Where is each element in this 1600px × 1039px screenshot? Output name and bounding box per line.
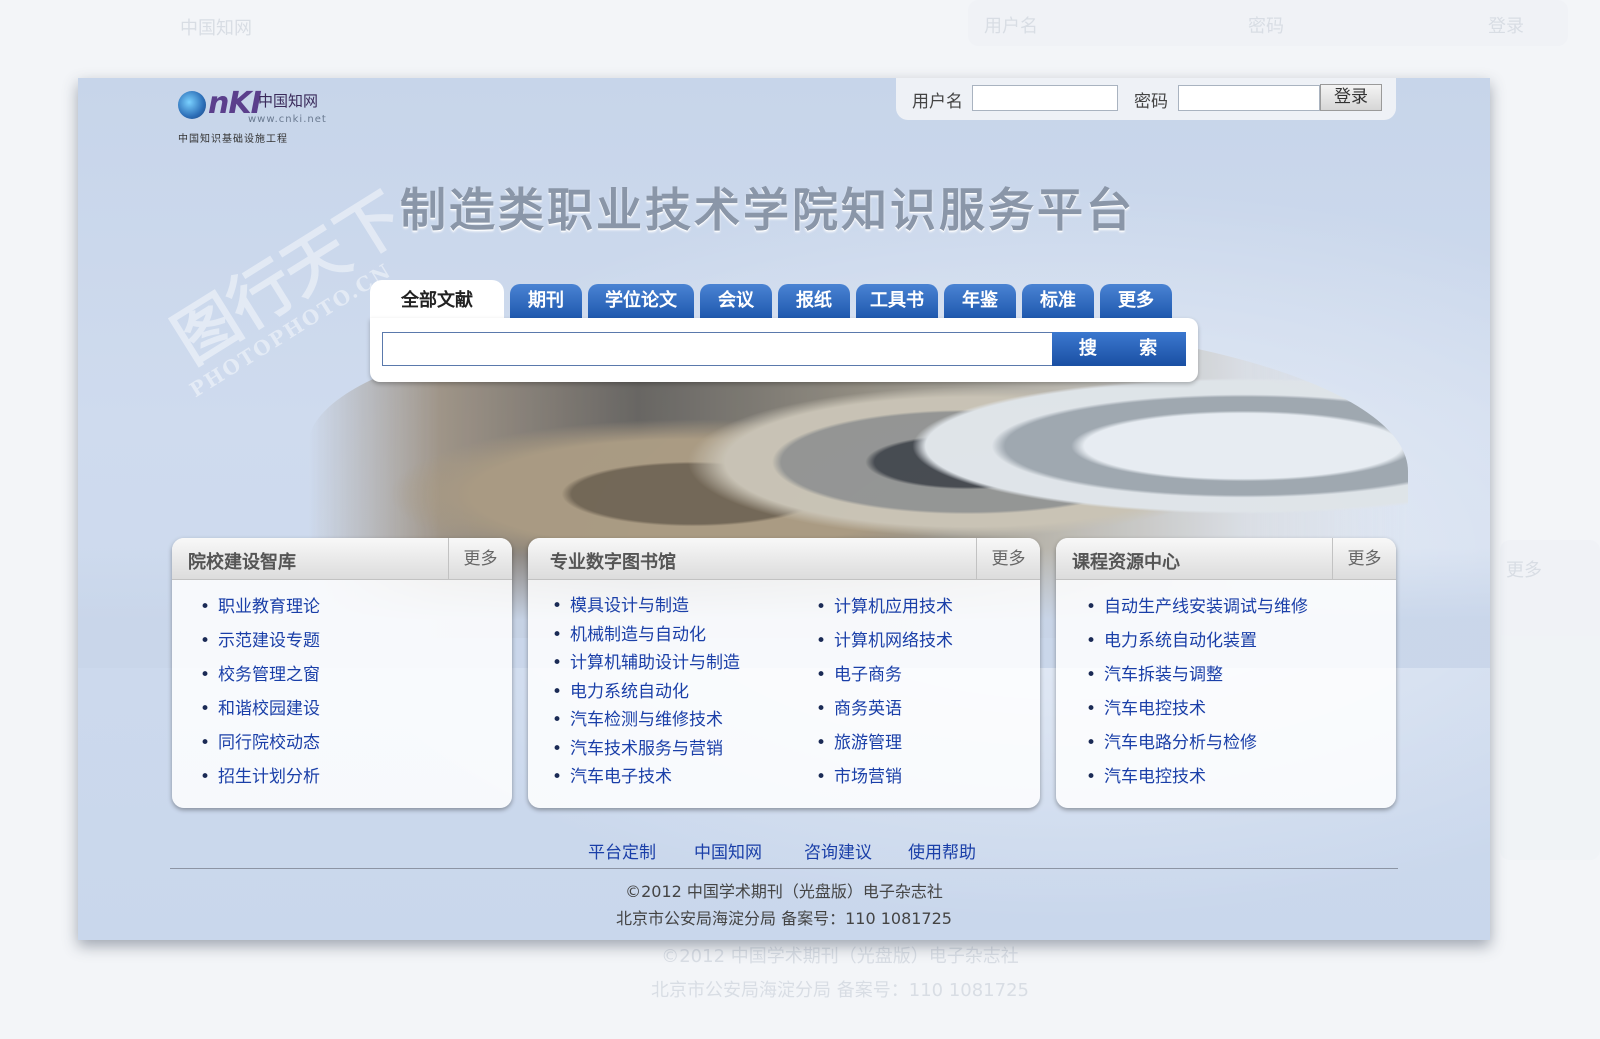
panel-title: 课程资源中心 [1072, 552, 1180, 573]
panel-header: 院校建设智库 更多 [172, 538, 512, 580]
page-title: 制造类职业技术学院知识服务平台 [400, 183, 1135, 237]
list-item[interactable]: 模具设计与制造 [552, 592, 740, 621]
list-item[interactable]: 汽车电控技术 [1086, 692, 1308, 726]
cnki-logo[interactable]: nKI 中国知网 www.cnki.net 中国知识基础设施工程 [178, 86, 328, 145]
list-item[interactable]: 招生计划分析 [200, 760, 320, 794]
ghost-copyright: ©2012 中国学术期刊（光盘版）电子杂志社 [661, 946, 1019, 967]
footer-icp: 北京市公安局海淀分局 备案号：110 1081725 [616, 909, 952, 928]
ghost-password-label: 密码 [1248, 16, 1284, 37]
panel-more-link[interactable]: 更多 [976, 538, 1040, 580]
list-item[interactable]: 计算机辅助设计与制造 [552, 649, 740, 678]
panel-title: 院校建设智库 [188, 552, 296, 573]
logo-chinese: 中国知网 [258, 92, 319, 110]
list-item[interactable]: 汽车电子技术 [552, 763, 740, 792]
tab-more[interactable]: 更多 [1100, 284, 1172, 320]
list-item[interactable]: 计算机应用技术 [816, 590, 953, 624]
ghost-logo: 中国知网 [120, 8, 300, 68]
tab-conferences[interactable]: 会议 [700, 284, 772, 320]
search-input[interactable] [382, 332, 1054, 366]
tab-all-documents[interactable]: 全部文献 [370, 280, 504, 322]
panel-list-right: 计算机应用技术 计算机网络技术 电子商务 商务英语 旅游管理 市场营销 [816, 590, 953, 794]
list-item[interactable]: 和谐校园建设 [200, 692, 320, 726]
ghost-icp: 北京市公安局海淀分局 备案号：110 1081725 [651, 980, 1029, 1001]
tab-yearbooks[interactable]: 年鉴 [944, 284, 1016, 320]
panel-header: 专业数字图书馆 更多 [528, 538, 1040, 580]
list-item[interactable]: 计算机网络技术 [816, 624, 953, 658]
password-input[interactable] [1178, 85, 1320, 111]
panel-college-think-tank: 院校建设智库 更多 职业教育理论 示范建设专题 校务管理之窗 和谐校园建设 同行… [172, 538, 512, 808]
panel-title: 专业数字图书馆 [550, 552, 676, 573]
list-item[interactable]: 电力系统自动化装置 [1086, 624, 1308, 658]
list-item[interactable]: 电力系统自动化 [552, 678, 740, 707]
logo-url: www.cnki.net [248, 114, 327, 125]
list-item[interactable]: 汽车电控技术 [1086, 760, 1308, 794]
panel-more-link[interactable]: 更多 [448, 538, 512, 580]
list-item[interactable]: 同行院校动态 [200, 726, 320, 760]
logo-subtitle: 中国知识基础设施工程 [178, 134, 288, 145]
tab-reference-books[interactable]: 工具书 [856, 284, 938, 320]
list-item[interactable]: 自动生产线安装调试与维修 [1086, 590, 1308, 624]
search-button[interactable]: 搜 索 [1052, 332, 1186, 366]
list-item[interactable]: 旅游管理 [816, 726, 953, 760]
list-item[interactable]: 市场营销 [816, 760, 953, 794]
list-item[interactable]: 汽车检测与维修技术 [552, 706, 740, 735]
list-item[interactable]: 汽车技术服务与营销 [552, 735, 740, 764]
ghost-footer: ©2012 中国学术期刊（光盘版）电子杂志社 北京市公安局海淀分局 备案号：11… [600, 940, 1080, 1008]
login-bar: 用户名 密码 登录 [896, 78, 1396, 120]
portal-card: nKI 中国知网 www.cnki.net 中国知识基础设施工程 用户名 密码 … [78, 78, 1490, 940]
footer-link-feedback[interactable]: 咨询建议 [804, 838, 872, 863]
footer-copyright: ©2012 中国学术期刊（光盘版）电子杂志社 [625, 882, 943, 901]
tab-standards[interactable]: 标准 [1022, 284, 1094, 320]
footer-link-cnki[interactable]: 中国知网 [694, 838, 762, 863]
ghost-username-label: 用户名 [984, 16, 1038, 37]
ghost-login-button: 登录 [1488, 16, 1524, 37]
list-item[interactable]: 商务英语 [816, 692, 953, 726]
list-item[interactable]: 示范建设专题 [200, 624, 320, 658]
panel-list: 自动生产线安装调试与维修 电力系统自动化装置 汽车拆装与调整 汽车电控技术 汽车… [1086, 590, 1308, 794]
footer-link-help[interactable]: 使用帮助 [908, 838, 976, 863]
list-item[interactable]: 汽车电路分析与检修 [1086, 726, 1308, 760]
list-item[interactable]: 电子商务 [816, 658, 953, 692]
username-input[interactable] [972, 85, 1118, 111]
ghost-more: 更多 [1506, 560, 1542, 581]
search-box: 搜 索 [370, 318, 1198, 382]
panel-list: 职业教育理论 示范建设专题 校务管理之窗 和谐校园建设 同行院校动态 招生计划分… [200, 590, 320, 794]
username-label: 用户名 [912, 92, 963, 112]
tab-dissertations[interactable]: 学位论文 [588, 284, 694, 320]
panel-header: 课程资源中心 更多 [1056, 538, 1396, 580]
list-item[interactable]: 职业教育理论 [200, 590, 320, 624]
footer-link-platform-custom[interactable]: 平台定制 [588, 838, 656, 863]
password-label: 密码 [1134, 92, 1168, 112]
list-item[interactable]: 汽车拆装与调整 [1086, 658, 1308, 692]
panel-more-link[interactable]: 更多 [1332, 538, 1396, 580]
ghost-logo-text: 中国知网 [180, 18, 252, 39]
login-button[interactable]: 登录 [1320, 84, 1382, 111]
panel-course-resources: 课程资源中心 更多 自动生产线安装调试与维修 电力系统自动化装置 汽车拆装与调整… [1056, 538, 1396, 808]
ghost-panel: 更多 [1500, 540, 1600, 860]
list-item[interactable]: 机械制造与自动化 [552, 621, 740, 650]
ghost-login-bar: 用户名 密码 登录 [968, 0, 1568, 46]
tab-journals[interactable]: 期刊 [510, 284, 582, 320]
footer-divider [170, 868, 1398, 869]
panel-digital-library: 专业数字图书馆 更多 模具设计与制造 机械制造与自动化 计算机辅助设计与制造 电… [528, 538, 1040, 808]
globe-icon [178, 90, 206, 119]
panel-list-left: 模具设计与制造 机械制造与自动化 计算机辅助设计与制造 电力系统自动化 汽车检测… [552, 592, 740, 792]
list-item[interactable]: 校务管理之窗 [200, 658, 320, 692]
tab-newspapers[interactable]: 报纸 [778, 284, 850, 320]
